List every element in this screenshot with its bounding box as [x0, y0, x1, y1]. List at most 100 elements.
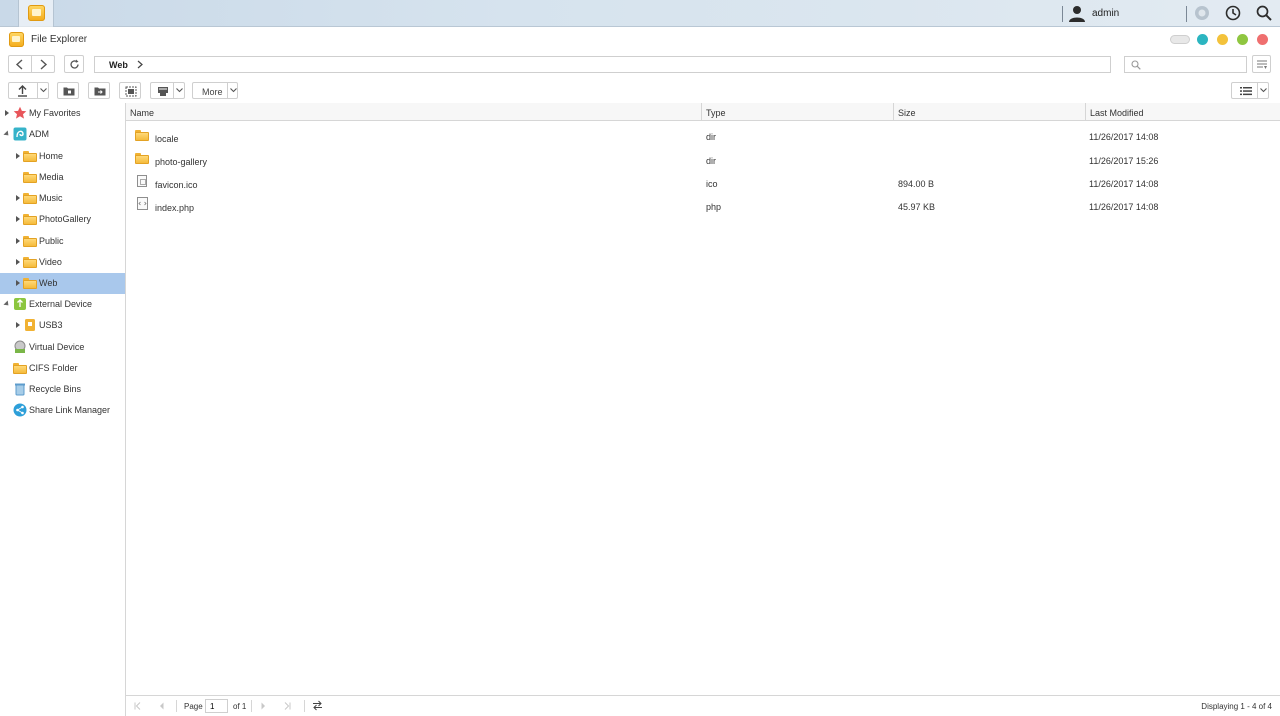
close-button[interactable] [1257, 34, 1268, 45]
file-modified: 11/26/2017 14:08 [1089, 132, 1159, 142]
tree-item-cifs-folder[interactable]: CIFS Folder [0, 358, 125, 379]
tree-item-my-favorites[interactable]: My Favorites [0, 103, 125, 124]
chevron-down-icon[interactable] [1260, 88, 1267, 93]
list-view-icon [1240, 87, 1252, 96]
shared-folder-icon [23, 214, 37, 225]
search-input[interactable] [1145, 58, 1243, 71]
minimize-button[interactable] [1217, 34, 1228, 45]
image-file-icon [137, 175, 147, 187]
teal-window-button[interactable] [1197, 34, 1208, 45]
file-modified: 11/26/2017 14:08 [1089, 202, 1159, 212]
breadcrumb-web[interactable]: Web [109, 60, 128, 70]
divider [304, 700, 305, 712]
window-toggle[interactable] [1170, 35, 1190, 44]
file-name[interactable]: favicon.ico [155, 180, 198, 190]
tree-item-external-device[interactable]: External Device [0, 294, 125, 315]
expand-arrow-icon[interactable] [16, 195, 20, 201]
file-name[interactable]: photo-gallery [155, 157, 207, 167]
tree-item-usb3[interactable]: USB3 [0, 315, 125, 336]
folder-icon [135, 153, 149, 164]
tree-item-share-link-manager[interactable]: Share Link Manager [0, 400, 125, 421]
select-all-button[interactable] [119, 82, 141, 99]
column-header-type[interactable]: Type [702, 103, 894, 121]
divider [37, 83, 38, 98]
expand-arrow-icon[interactable] [16, 153, 20, 159]
expand-arrow-icon[interactable] [16, 259, 20, 265]
next-page-icon[interactable] [259, 702, 267, 710]
window-titlebar: File Explorer [0, 28, 1280, 52]
share-link-icon [13, 403, 27, 417]
file-modified: 11/26/2017 14:08 [1089, 179, 1159, 189]
tree-item-home[interactable]: Home [0, 146, 125, 167]
forward-icon[interactable] [38, 59, 48, 70]
column-label: Type [706, 108, 726, 118]
tree-item-media[interactable]: Media [0, 167, 125, 188]
more-button[interactable]: More [192, 82, 238, 99]
column-header-name[interactable]: Name [126, 103, 702, 121]
table-row[interactable]: index.php php 45.97 KB 11/26/2017 14:08 [126, 192, 1280, 215]
collapse-arrow-icon[interactable] [3, 300, 11, 308]
chevron-right-icon[interactable] [137, 60, 143, 69]
divider [31, 56, 32, 72]
advanced-search-button[interactable] [1252, 55, 1271, 73]
user-name[interactable]: admin [1092, 8, 1119, 19]
table-row[interactable]: photo-gallery dir 11/26/2017 15:26 [126, 146, 1280, 169]
expand-arrow-icon[interactable] [16, 238, 20, 244]
tree-label: Home [39, 151, 64, 161]
tree-item-virtual-device[interactable]: Virtual Device [0, 337, 125, 358]
chevron-down-icon[interactable] [230, 88, 237, 93]
user-icon[interactable] [1068, 5, 1086, 22]
chevron-down-icon[interactable] [40, 88, 47, 93]
copy-to-button[interactable] [88, 82, 110, 99]
tree-item-adm[interactable]: ADM [0, 124, 125, 145]
refresh-button[interactable] [64, 55, 84, 73]
table-row[interactable]: locale dir 11/26/2017 14:08 [126, 123, 1280, 146]
taskbar-file-explorer[interactable] [18, 0, 54, 27]
file-type: php [706, 202, 722, 212]
page-number-input[interactable] [205, 699, 228, 713]
file-explorer-icon [9, 32, 24, 47]
view-mode-button[interactable] [1231, 82, 1269, 99]
upload-button[interactable] [8, 82, 49, 99]
file-name[interactable]: index.php [155, 203, 194, 213]
filter-list-icon [1257, 60, 1267, 69]
tree-item-web[interactable]: Web [0, 273, 125, 294]
tree-label: USB3 [39, 320, 63, 330]
first-page-icon[interactable] [134, 702, 142, 710]
expand-arrow-icon[interactable] [16, 322, 20, 328]
file-explorer-icon [28, 5, 45, 21]
table-row[interactable]: favicon.ico ico 894.00 B 11/26/2017 14:0… [126, 169, 1280, 192]
drive-menu-button[interactable] [150, 82, 185, 99]
tree-label: Recycle Bins [29, 384, 82, 394]
file-name[interactable]: locale [155, 134, 179, 144]
collapse-arrow-icon[interactable] [3, 130, 11, 138]
tree-item-photogallery[interactable]: PhotoGallery [0, 209, 125, 230]
expand-arrow-icon[interactable] [5, 110, 9, 116]
tree-item-music[interactable]: Music [0, 188, 125, 209]
column-header-size[interactable]: Size [894, 103, 1086, 121]
new-folder-button[interactable] [57, 82, 79, 99]
search-icon[interactable] [1256, 5, 1272, 21]
settings-icon[interactable] [1225, 5, 1241, 21]
expand-arrow-icon[interactable] [16, 216, 20, 222]
refresh-list-icon[interactable] [312, 700, 323, 711]
tree-item-recycle-bins[interactable]: Recycle Bins [0, 379, 125, 400]
back-icon[interactable] [15, 59, 25, 70]
tree-item-public[interactable]: Public [0, 231, 125, 252]
notification-icon[interactable] [1194, 5, 1210, 21]
chevron-down-icon[interactable] [176, 88, 183, 93]
path-bar[interactable]: Web [94, 56, 1111, 73]
last-page-icon[interactable] [283, 702, 291, 710]
search-icon [1131, 60, 1141, 70]
column-header-last-modified[interactable]: Last Modified [1086, 103, 1280, 121]
tree-label: Virtual Device [29, 342, 85, 352]
expand-arrow-icon[interactable] [16, 280, 20, 286]
maximize-button[interactable] [1237, 34, 1248, 45]
tree-label: Public [39, 236, 64, 246]
tree-item-video[interactable]: Video [0, 252, 125, 273]
external-device-icon [14, 298, 26, 310]
search-field[interactable] [1124, 56, 1247, 73]
previous-page-icon[interactable] [158, 702, 166, 710]
divider [173, 83, 174, 98]
history-button-group [8, 55, 55, 73]
